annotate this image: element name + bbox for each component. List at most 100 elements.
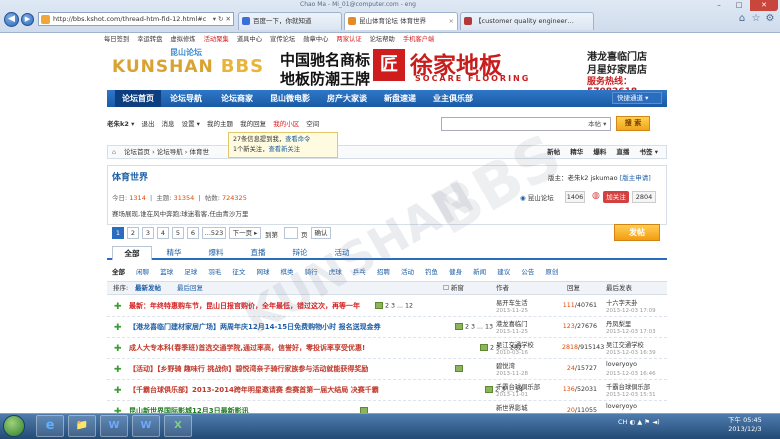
tab-all[interactable]: 全部	[112, 246, 152, 260]
thread-row[interactable]: ✚ 成人大专本科(春季班)首选交通学院,通过率高，信誉好，零投诉率享受优惠! 吴江交…	[107, 339, 667, 359]
thread-title[interactable]: 成人大专本科(春季班)首选交通学院,通过率高，信誉好，零投诉率享受优惠!	[129, 343, 365, 353]
clock[interactable]: 下午 05:45 2013/12/3	[728, 416, 762, 434]
subtab-news[interactable]: 新闻	[473, 268, 486, 276]
toplink-verify[interactable]: 两家认证	[336, 36, 361, 43]
crumb-sports[interactable]: 体育世	[189, 148, 209, 156]
thread-pages[interactable]: 2 3 ... 13	[452, 323, 493, 331]
last-poster[interactable]: loveryoyo	[606, 403, 637, 410]
thread-pages[interactable]: 2 3 ... 14	[482, 386, 523, 394]
subtab-original[interactable]: 原创	[545, 268, 558, 276]
thread-author[interactable]: 港龙喜临门	[496, 319, 527, 328]
nav-home[interactable]: 论坛首页	[115, 90, 161, 107]
crumb-leaks[interactable]: 爆料	[593, 148, 606, 156]
subtab-notice[interactable]: 公告	[521, 268, 534, 276]
subtab-fishing[interactable]: 钓鱼	[425, 268, 438, 276]
toplink-props[interactable]: 道具中心	[237, 36, 262, 43]
page-1[interactable]: 1	[112, 227, 124, 239]
wps-taskbar-icon[interactable]: W	[132, 415, 160, 437]
site-logo[interactable]: KUNSHAN BBS	[112, 56, 264, 77]
page-4[interactable]: 4	[157, 227, 169, 239]
tab-close-icon[interactable]: ×	[449, 13, 454, 29]
last-poster[interactable]: loveryoyo	[606, 361, 637, 368]
toplink-mobile[interactable]: 手机客户端	[403, 36, 434, 43]
thread-row[interactable]: ✚ 【千霸台球俱乐部】2013-2014跨年明星邀请赛 叁赛首第一届大结局 决赛千…	[107, 381, 667, 401]
nav-guide[interactable]: 论坛导航	[170, 90, 202, 107]
minimize-button[interactable]: –	[710, 0, 728, 11]
forward-button[interactable]: ▶	[21, 13, 34, 26]
maximize-button[interactable]: □	[730, 0, 748, 11]
address-tools[interactable]: ▾ ↻ ✕	[213, 13, 231, 25]
next-page-button[interactable]: 下一页 ▸	[229, 227, 261, 239]
toplink-help[interactable]: 论坛帮助	[370, 36, 395, 43]
tab-job-search[interactable]: 【customer quality engineer…	[460, 12, 594, 30]
space-link[interactable]: 空间	[306, 120, 319, 128]
address-bar[interactable]: http://bbs.kshot.com/thread-htm-fid-12.h…	[38, 12, 234, 26]
subtab-chat[interactable]: 闲聊	[136, 268, 149, 276]
search-scope-select[interactable]: 本帖 ▾	[588, 117, 606, 131]
back-button[interactable]: ◀	[4, 12, 19, 27]
crumb-home[interactable]: 论坛首页	[124, 148, 150, 156]
thread-author[interactable]: 新世界影城	[496, 403, 527, 412]
thread-pages[interactable]: 2 3 ... 12	[372, 302, 413, 310]
my-topics-link[interactable]: 我的主题	[207, 120, 233, 128]
subtab-suggest[interactable]: 建议	[497, 268, 510, 276]
ie-taskbar-icon[interactable]: e	[36, 415, 64, 437]
tab-baidu[interactable]: 百度一下，你就知道	[238, 12, 342, 30]
toplink-lucky[interactable]: 幸运转盘	[137, 36, 162, 43]
toplink-promote[interactable]: 宣传论坛	[270, 36, 295, 43]
subtab-basketball[interactable]: 篮球	[160, 268, 173, 276]
search-button[interactable]: 搜 索	[616, 116, 650, 131]
tab-digest[interactable]: 精华	[154, 246, 194, 260]
page-last[interactable]: ...523	[202, 227, 226, 239]
excel-taskbar-icon[interactable]: X	[164, 415, 192, 437]
thread-row[interactable]: ✚ 【港龙喜临门建材家居广场】两周年庆12月14-15日免费购物小时 报名送现金券…	[107, 318, 667, 338]
new-post-button[interactable]: 发帖	[614, 224, 660, 241]
nav-newhomes[interactable]: 新盘速递	[384, 90, 416, 107]
follow-button[interactable]: 加关注	[603, 191, 629, 203]
crumb-bookmarks[interactable]: 书签 ▾	[639, 148, 658, 156]
page-confirm-button[interactable]: 确认	[311, 227, 331, 239]
toplink-checkin[interactable]: 每日签到	[104, 36, 129, 43]
subtab-essay[interactable]: 征文	[232, 268, 245, 276]
subtab-football[interactable]: 足球	[184, 268, 197, 276]
notice-followers-link[interactable]: 查看新关注	[269, 146, 300, 153]
logout-link[interactable]: 退出	[141, 120, 154, 128]
crumb-digest[interactable]: 精华	[570, 148, 583, 156]
page-6[interactable]: 6	[187, 227, 199, 239]
tab-live[interactable]: 直播	[238, 246, 278, 260]
tab-kunshan-forum[interactable]: 昆山体育论坛 体育世界 ×	[344, 12, 458, 30]
toplink-medals[interactable]: 勋章中心	[303, 36, 328, 43]
subtab-fitness[interactable]: 健身	[449, 268, 462, 276]
toplink-events[interactable]: 活动聚集	[204, 36, 229, 43]
quick-nav-dropdown[interactable]: 快捷通道 ▾	[612, 92, 662, 104]
tab-leaks[interactable]: 爆料	[196, 246, 236, 260]
sort-newest[interactable]: 最新发帖	[135, 282, 161, 294]
nav-realestate[interactable]: 房产大家谈	[327, 90, 367, 107]
system-tray[interactable]: CH ◐ ▲ ⚑ ◄)	[618, 418, 660, 426]
thread-title[interactable]: 【活动】【乡野骑 趣味行 挑战你】碧悦湾亲子骑行家族参与活动就能获得奖励	[129, 364, 368, 374]
my-replies-link[interactable]: 我的回复	[240, 120, 266, 128]
messages-link[interactable]: 消息	[162, 120, 175, 128]
page-3[interactable]: 3	[142, 227, 154, 239]
thread-author[interactable]: 碧悦湾	[496, 361, 515, 370]
mod-apply-link[interactable]: [版主申请]	[620, 174, 651, 182]
crumb-guide[interactable]: 论坛导航	[157, 148, 183, 156]
word-taskbar-icon[interactable]: W	[100, 415, 128, 437]
subtab-activity[interactable]: 活动	[401, 268, 414, 276]
subtab-all[interactable]: 全部	[112, 268, 125, 276]
notice-mentions-link[interactable]: 查看命令	[285, 136, 310, 143]
home-icon[interactable]: ⌂	[736, 13, 748, 25]
gear-icon[interactable]: ⚙	[764, 13, 776, 25]
page-2[interactable]: 2	[127, 227, 139, 239]
nav-merchants[interactable]: 论坛商家	[221, 90, 253, 107]
thread-row[interactable]: ✚ 【活动】【乡野骑 趣味行 挑战你】碧悦湾亲子骑行家族参与活动就能获得奖励 碧悦湾…	[107, 360, 667, 380]
page-number-input[interactable]	[284, 227, 298, 239]
settings-menu[interactable]: 设置 ▾	[182, 120, 200, 128]
last-poster[interactable]: 十六字天卦	[606, 298, 637, 307]
crumb-live[interactable]: 直播	[616, 148, 629, 156]
last-poster[interactable]: 丹凤梨里	[606, 319, 631, 328]
thread-row[interactable]: ✚ 最新：年终特惠购车节，昆山日报官购价，全年最低，错过这次，再等一年 易开车生活 2…	[107, 297, 667, 317]
last-poster[interactable]: 吴江交通学校	[606, 340, 644, 349]
explorer-taskbar-icon[interactable]: 📁	[68, 415, 96, 437]
start-button[interactable]	[3, 415, 25, 437]
